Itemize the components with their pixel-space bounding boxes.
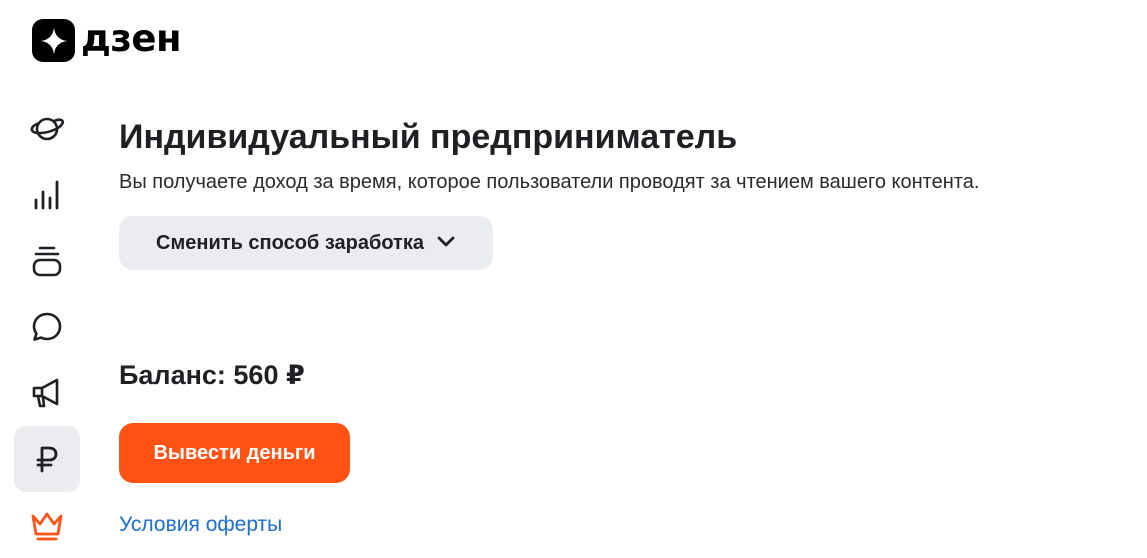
- sidebar-item-comments[interactable]: [14, 294, 80, 360]
- planet-icon: [29, 111, 65, 147]
- balance-amount: Баланс: 560 ₽: [119, 360, 305, 390]
- comment-bubble-icon: [29, 309, 65, 345]
- sidebar-item-publications[interactable]: [14, 228, 80, 294]
- sidebar-item-feed[interactable]: [14, 96, 80, 162]
- sidebar-nav: [14, 96, 80, 558]
- withdraw-money-button[interactable]: Вывести деньги: [119, 423, 350, 483]
- sidebar-item-monetization[interactable]: [14, 426, 80, 492]
- change-earning-method-button[interactable]: Сменить способ заработка: [119, 216, 493, 270]
- ruble-icon: [32, 444, 62, 474]
- sidebar-item-promotion[interactable]: [14, 360, 80, 426]
- crown-icon: [29, 507, 65, 543]
- page-description: Вы получаете доход за время, которое пол…: [119, 171, 980, 193]
- monetization-panel: Индивидуальный предприниматель Вы получа…: [119, 115, 979, 270]
- zen-star-icon: [32, 19, 75, 62]
- change-earning-method-label: Сменить способ заработка: [156, 231, 424, 254]
- megaphone-icon: [29, 375, 65, 411]
- offer-terms-link[interactable]: Условия оферты: [119, 512, 282, 538]
- stats-bars-icon: [30, 178, 64, 212]
- brand-name: дзен: [81, 17, 182, 60]
- page-title: Индивидуальный предприниматель: [119, 118, 738, 156]
- sidebar-item-stats[interactable]: [14, 162, 80, 228]
- sidebar-item-premium[interactable]: [14, 492, 80, 558]
- chevron-down-icon: [436, 232, 456, 255]
- stack-layers-icon: [29, 243, 65, 279]
- zen-logo[interactable]: дзен: [32, 17, 182, 62]
